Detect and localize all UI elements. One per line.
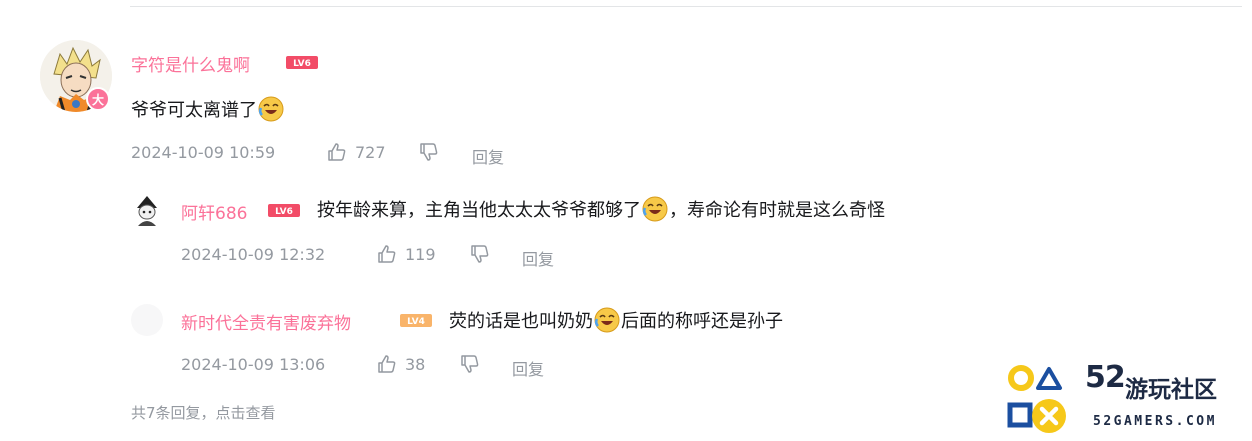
reply-avatar[interactable] <box>131 194 163 226</box>
like-count: 38 <box>405 354 426 374</box>
reply-text-part: 按年龄来算，主角当他太太太爷爷都够了 <box>317 200 641 221</box>
comment-text-content: 爷爷可太离谱了 <box>131 100 257 121</box>
level-badge-lv6: LV6 <box>268 204 300 217</box>
like-count: 119 <box>405 244 436 264</box>
avatar-badge: 大 <box>86 87 110 111</box>
like-button[interactable]: 38 <box>376 353 425 375</box>
reply-username[interactable]: 新时代全责有害废弃物 <box>181 309 351 334</box>
reply-username[interactable]: 阿轩686 <box>181 199 247 224</box>
dislike-button[interactable] <box>418 141 440 163</box>
level-badge-lv4: LV4 <box>400 314 432 327</box>
reply-text: 按年龄来算，主角当他太太太爷爷都够了 ，寿命论有时就是这么奇怪 <box>317 195 885 223</box>
reply-text-part: 荧的话是也叫奶奶 <box>449 311 593 332</box>
thumb-down-icon <box>471 245 489 263</box>
reply-button[interactable]: 回复 <box>522 246 554 270</box>
comment-text: 爷爷可太离谱了 <box>131 95 285 123</box>
reply-text-part: ，寿命论有时就是这么奇怪 <box>669 200 885 221</box>
reply-time: 2024-10-09 12:32 <box>181 245 326 264</box>
thumb-down-icon <box>461 355 479 373</box>
comment-time: 2024-10-09 10:59 <box>131 143 276 162</box>
dislike-button[interactable] <box>469 243 491 265</box>
top-divider <box>130 6 1242 7</box>
svg-text:LV4: LV4 <box>407 317 425 327</box>
logo-text: 游玩社区 <box>1125 377 1217 403</box>
laughing-crying-emoji-icon <box>258 96 284 122</box>
dislike-button[interactable] <box>459 353 481 375</box>
logo-domain: 52GAMERS.COM <box>1093 414 1217 429</box>
reply-button[interactable]: 回复 <box>472 144 504 168</box>
view-more-replies[interactable]: 共7条回复，点击查看 <box>131 402 276 423</box>
reply-text: 荧的话是也叫奶奶 后面的称呼还是孙子 <box>449 306 783 334</box>
thumb-down-icon <box>420 143 438 161</box>
svg-text:LV6: LV6 <box>293 59 311 69</box>
comment-username[interactable]: 字符是什么鬼啊 <box>131 51 250 76</box>
reply-avatar[interactable] <box>131 304 163 336</box>
reply-time: 2024-10-09 13:06 <box>181 355 326 374</box>
thumb-up-icon <box>378 355 396 373</box>
thumb-up-icon <box>328 143 346 161</box>
level-badge-lv6: LV6 <box>286 56 318 69</box>
like-button[interactable]: 727 <box>326 141 386 163</box>
like-button[interactable]: 119 <box>376 243 436 265</box>
laughing-crying-emoji-icon <box>594 307 620 333</box>
laughing-crying-emoji-icon <box>642 196 668 222</box>
svg-text:LV6: LV6 <box>275 207 293 217</box>
logo-number: 52 <box>1085 360 1126 395</box>
watermark-logo: 52 游玩社区 52GAMERS.COM <box>1005 360 1250 438</box>
reply-button[interactable]: 回复 <box>512 356 544 380</box>
like-count: 727 <box>355 142 386 162</box>
thumb-up-icon <box>378 245 396 263</box>
reply-text-part: 后面的称呼还是孙子 <box>621 311 783 332</box>
